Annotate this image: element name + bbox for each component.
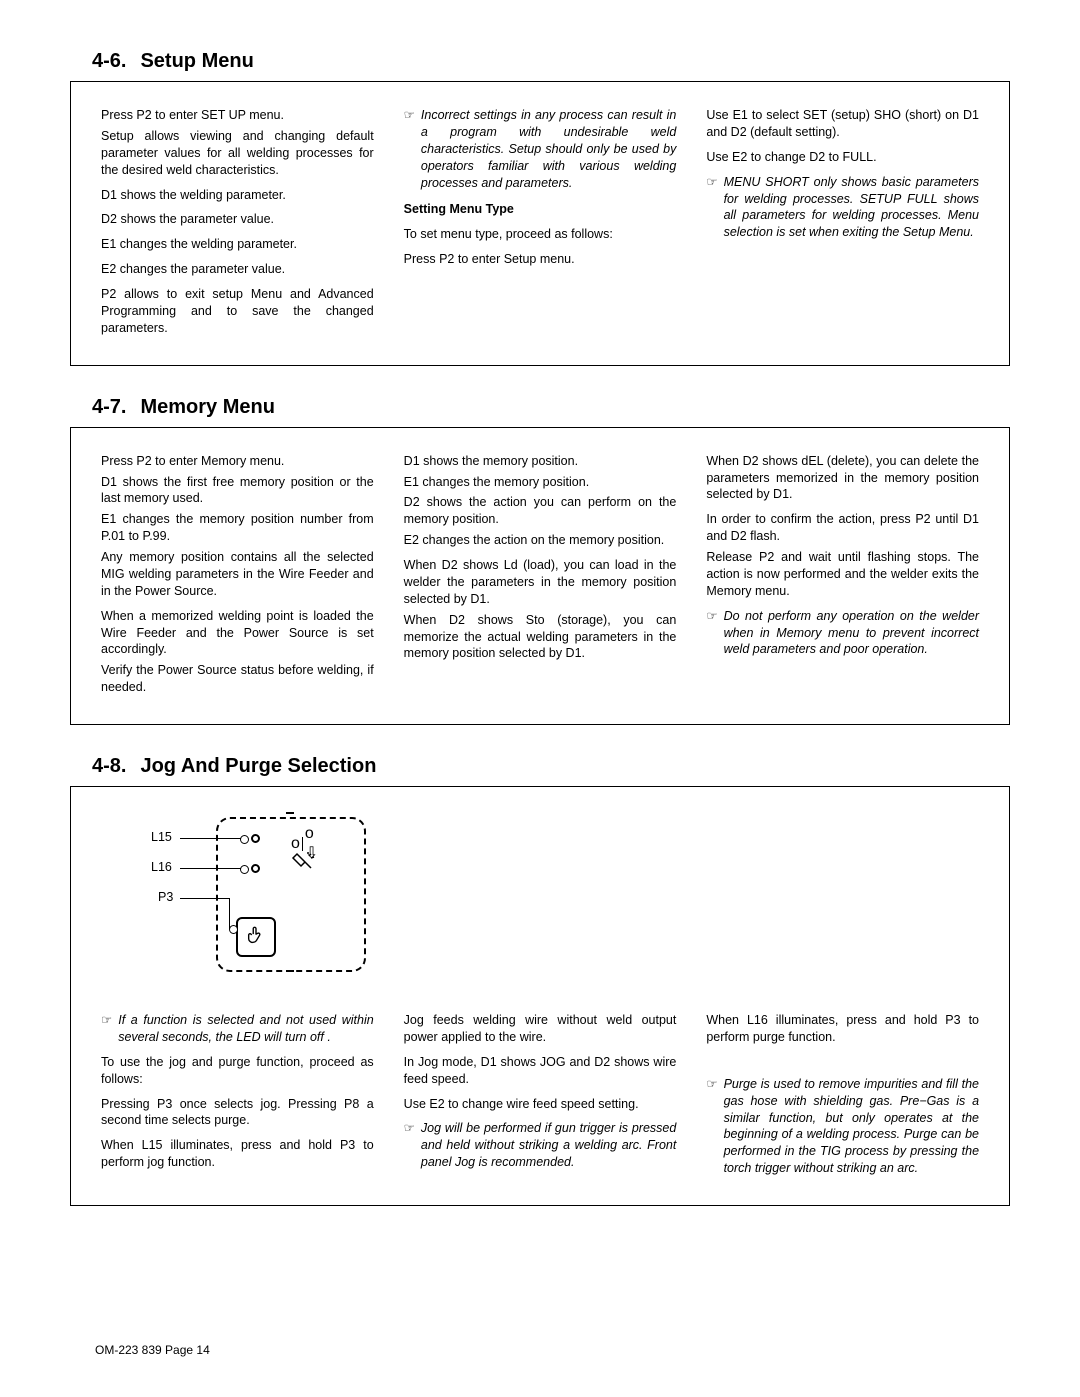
pointing-hand-icon: ☞	[706, 608, 717, 659]
note-text: Jog will be performed if gun trigger is …	[421, 1120, 676, 1171]
section-setup-menu: 4-6. Setup Menu Press P2 to enter SET UP …	[70, 50, 1010, 366]
col46-3: Use E1 to select SET (setup) SHO (short)…	[706, 107, 979, 345]
p: D1 shows the welding parameter.	[101, 187, 374, 204]
p: Use E1 to select SET (setup) SHO (short)…	[706, 107, 979, 141]
p: When L16 illuminates, press and hold P3 …	[706, 1012, 979, 1046]
pointing-hand-icon: ☞	[706, 174, 717, 242]
note: ☞Jog will be performed if gun trigger is…	[404, 1120, 677, 1171]
p: Press P2 to enter Memory menu.	[101, 453, 374, 470]
label-p3: P3	[158, 890, 173, 904]
p: Setup allows viewing and changing defaul…	[101, 128, 374, 179]
note: ☞Incorrect settings in any process can r…	[404, 107, 677, 191]
content-box-47: Press P2 to enter Memory menu. D1 shows …	[70, 427, 1010, 725]
page-footer: OM-223 839 Page 14	[95, 1343, 210, 1357]
p: Use E2 to change wire feed speed setting…	[404, 1096, 677, 1113]
note-text: Do not perform any operation on the weld…	[724, 608, 979, 659]
section-memory-menu: 4-7. Memory Menu Press P2 to enter Memory…	[70, 396, 1010, 725]
section-num-47: 4-7.	[92, 396, 126, 418]
leader-p3-end	[229, 928, 237, 929]
note: ☞Purge is used to remove impurities and …	[706, 1076, 979, 1177]
section-title-47: 4-7. Memory Menu	[70, 396, 1010, 419]
p: Use E2 to change D2 to FULL.	[706, 149, 979, 166]
p: E2 changes the action on the memory posi…	[404, 532, 677, 549]
p: Jog feeds welding wire without weld outp…	[404, 1012, 677, 1046]
p: To use the jog and purge function, proce…	[101, 1054, 374, 1088]
p: Verify the Power Source status before we…	[101, 662, 374, 696]
label-l15: L15	[151, 830, 172, 844]
torch-icon	[291, 852, 315, 886]
note-text: If a function is selected and not used w…	[118, 1012, 373, 1046]
pointing-hand-icon: ☞	[706, 1076, 717, 1177]
subhead-setting-menu-type: Setting Menu Type	[404, 201, 677, 218]
p: P2 allows to exit setup Menu and Advance…	[101, 286, 374, 337]
leader-l15	[180, 838, 248, 839]
p: E1 changes the memory position number fr…	[101, 511, 374, 545]
label-l16: L16	[151, 860, 172, 874]
p: To set menu type, proceed as follows:	[404, 226, 677, 243]
note: ☞MENU SHORT only shows basic parameters …	[706, 174, 979, 242]
pointing-hand-icon: ☞	[404, 107, 415, 191]
p: When D2 shows Ld (load), you can load in…	[404, 557, 677, 608]
section-name-47: Memory Menu	[140, 396, 274, 418]
p: D2 shows the parameter value.	[101, 211, 374, 228]
section-jog-purge: 4-8. Jog And Purge Selection oo⇩ L15 L16 …	[70, 755, 1010, 1206]
spacer	[706, 1054, 979, 1068]
pointing-hand-icon: ☞	[404, 1120, 415, 1171]
p: When D2 shows Sto (storage), you can mem…	[404, 612, 677, 663]
section-num-48: 4-8.	[92, 755, 126, 777]
content-box-46: Press P2 to enter SET UP menu. Setup all…	[70, 81, 1010, 366]
col46-1: Press P2 to enter SET UP menu. Setup all…	[101, 107, 374, 345]
button-p3	[236, 917, 276, 957]
led-l16	[251, 864, 260, 873]
p: D1 shows the memory position.	[404, 453, 677, 470]
col48-2: Jog feeds welding wire without weld outp…	[404, 1012, 677, 1185]
p: Any memory position contains all the sel…	[101, 549, 374, 600]
leader-p3	[180, 898, 230, 899]
p: E1 changes the memory position.	[404, 474, 677, 491]
jog-purge-diagram: oo⇩ L15 L16 P3 .lead3::after{display:non…	[116, 812, 416, 982]
col47-1: Press P2 to enter Memory menu. D1 shows …	[101, 453, 374, 704]
p: When D2 shows dEL (delete), you can dele…	[706, 453, 979, 504]
p: D2 shows the action you can perform on t…	[404, 494, 677, 528]
note-text: Purge is used to remove impurities and f…	[724, 1076, 979, 1177]
p: Pressing P3 once selects jog. Pressing P…	[101, 1096, 374, 1130]
pointing-hand-icon: ☞	[101, 1012, 112, 1046]
p: When a memorized welding point is loaded…	[101, 608, 374, 659]
section-title-48: 4-8. Jog And Purge Selection	[70, 755, 1010, 778]
p: D1 shows the first free memory position …	[101, 474, 374, 508]
tick-top	[286, 812, 294, 814]
p: E2 changes the parameter value.	[101, 261, 374, 278]
p: E1 changes the welding parameter.	[101, 236, 374, 253]
content-box-48: oo⇩ L15 L16 P3 .lead3::after{display:non…	[70, 786, 1010, 1206]
note-text: Incorrect settings in any process can re…	[421, 107, 676, 191]
hand-press-icon	[245, 925, 267, 950]
p: Press P2 to enter Setup menu.	[404, 251, 677, 268]
col47-3: When D2 shows dEL (delete), you can dele…	[706, 453, 979, 704]
section-name-48: Jog And Purge Selection	[140, 755, 376, 777]
p: In order to confirm the action, press P2…	[706, 511, 979, 545]
section-title-46: 4-6. Setup Menu	[70, 50, 1010, 73]
note: ☞If a function is selected and not used …	[101, 1012, 374, 1046]
leader-l16	[180, 868, 248, 869]
p: Release P2 and wait until flashing stops…	[706, 549, 979, 600]
led-l15	[251, 834, 260, 843]
col46-2: ☞Incorrect settings in any process can r…	[404, 107, 677, 345]
col48-1: ☞If a function is selected and not used …	[101, 1012, 374, 1185]
leader-p3-seg	[229, 898, 230, 928]
p: Press P2 to enter SET UP menu.	[101, 107, 374, 124]
note-text: MENU SHORT only shows basic parameters f…	[724, 174, 979, 242]
p: When L15 illuminates, press and hold P3 …	[101, 1137, 374, 1171]
col47-2: D1 shows the memory position. E1 changes…	[404, 453, 677, 704]
p: In Jog mode, D1 shows JOG and D2 shows w…	[404, 1054, 677, 1088]
note: ☞Do not perform any operation on the wel…	[706, 608, 979, 659]
col48-3: When L16 illuminates, press and hold P3 …	[706, 1012, 979, 1185]
tick-bot	[286, 970, 294, 972]
section-name-46: Setup Menu	[140, 50, 253, 72]
section-num-46: 4-6.	[92, 50, 126, 72]
